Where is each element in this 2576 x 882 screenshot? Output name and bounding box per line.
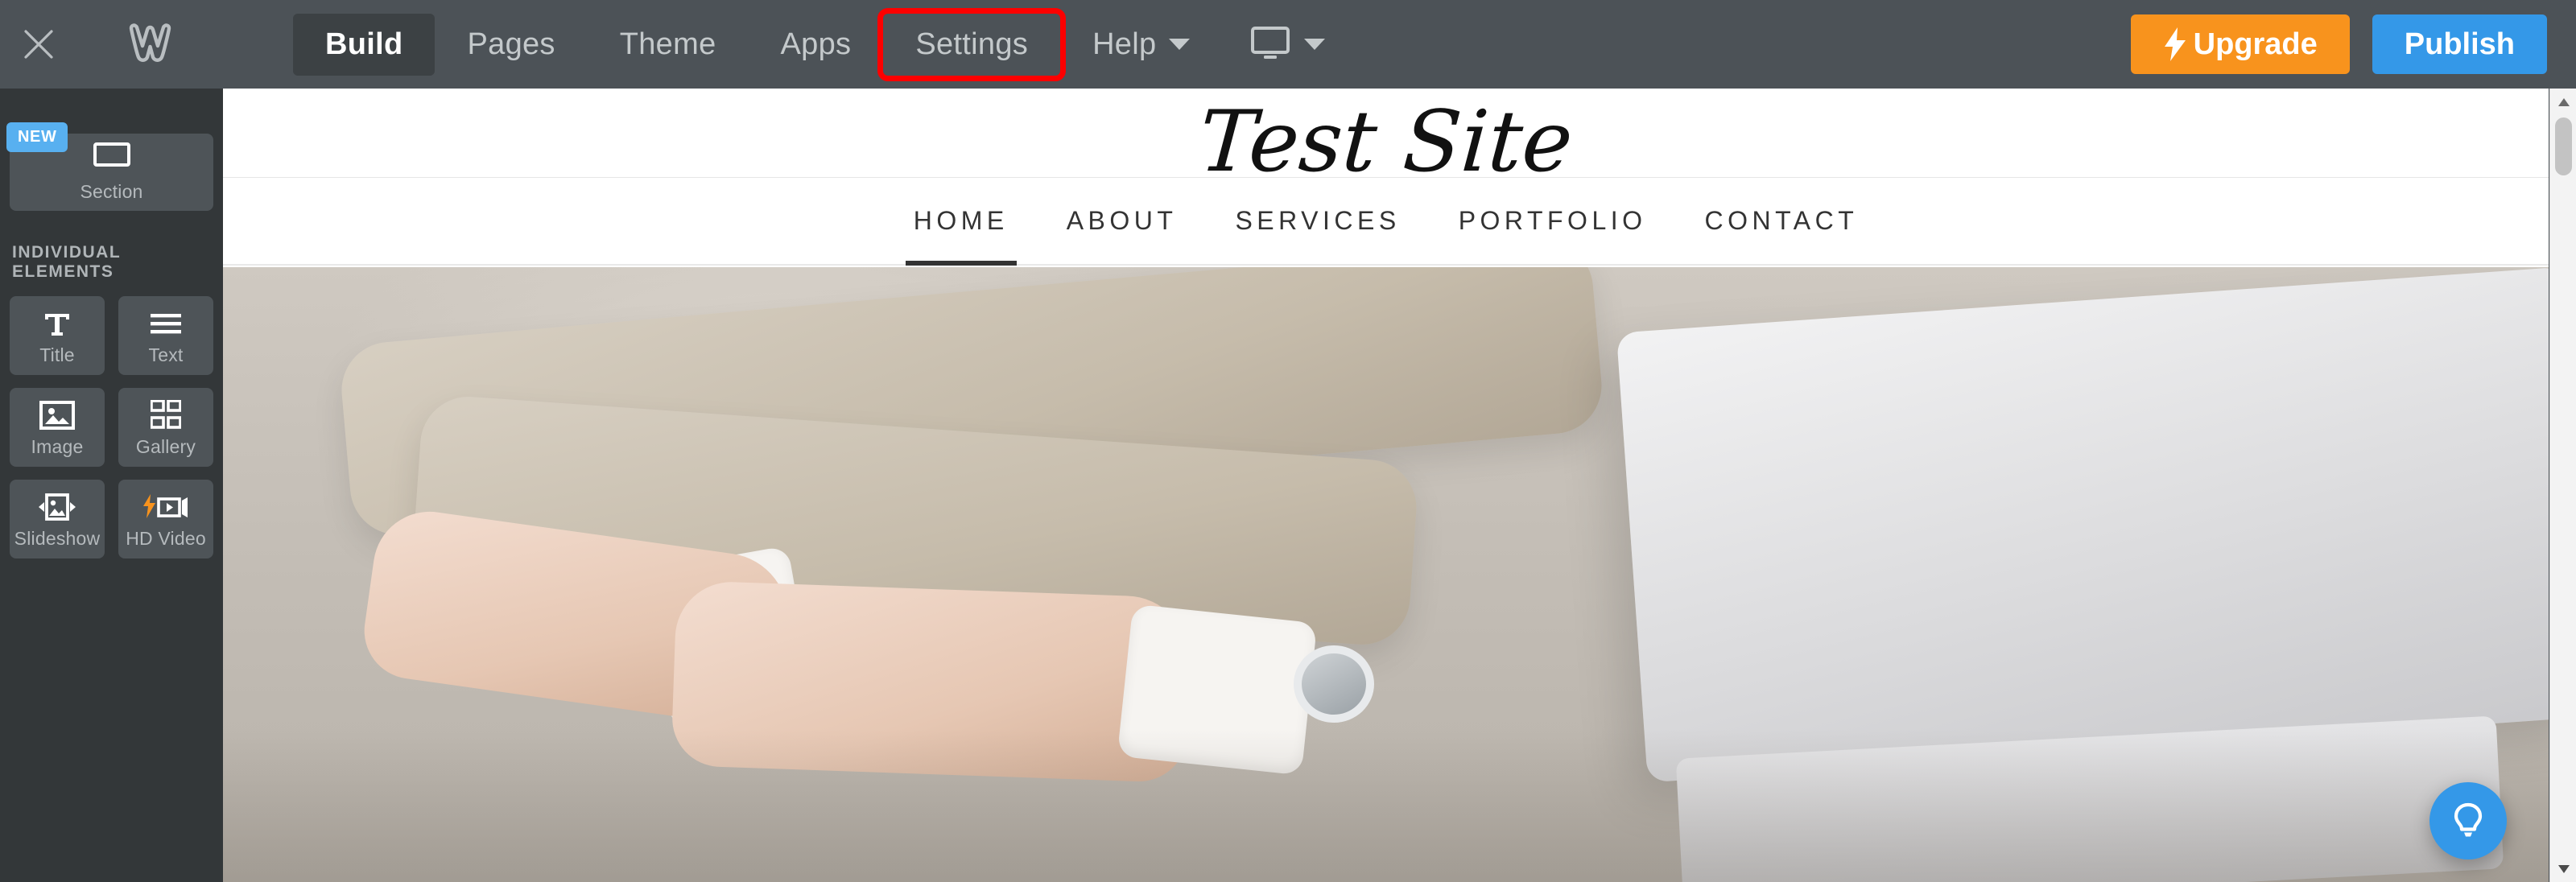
site-nav-item-home-label: HOME — [913, 206, 1009, 235]
site-nav-item-portfolio-label: PORTFOLIO — [1458, 206, 1647, 235]
sidebar-element-image-label: Image — [31, 435, 84, 457]
tab-apps[interactable]: Apps — [749, 14, 884, 76]
tab-theme[interactable]: Theme — [588, 14, 749, 76]
tab-build-label: Build — [325, 27, 403, 61]
site-nav-item-services-label: SERVICES — [1235, 206, 1401, 235]
upgrade-button[interactable]: Upgrade — [2130, 14, 2350, 74]
sidebar-element-gallery[interactable]: Gallery — [118, 388, 213, 467]
hero-shadow — [223, 729, 2549, 882]
site-preview-canvas: Test Site HOME ABOUT SERVICES PORTFOLIO … — [223, 89, 2549, 882]
site-nav-item-home[interactable]: HOME — [885, 177, 1038, 266]
tab-build[interactable]: Build — [293, 13, 436, 76]
scroll-up-arrow-icon[interactable] — [2550, 89, 2576, 115]
sidebar-element-text-label: Text — [148, 344, 184, 365]
canvas-scrollbar[interactable] — [2549, 89, 2576, 882]
hero-laptop — [1616, 267, 2549, 783]
device-preview-selector[interactable] — [1222, 17, 1352, 72]
section-card-wrapper: NEW Section — [6, 122, 213, 211]
tab-help-label: Help — [1092, 27, 1157, 61]
site-nav-item-about[interactable]: ABOUT — [1038, 177, 1207, 266]
upgrade-button-label: Upgrade — [2193, 27, 2318, 61]
sidebar-element-slideshow[interactable]: Slideshow — [10, 480, 105, 558]
hero-wristwatch — [1294, 645, 1374, 723]
sidebar-element-hd-video-label: HD Video — [126, 527, 206, 549]
hd-video-camera-icon — [141, 489, 191, 525]
site-nav-item-services[interactable]: SERVICES — [1206, 177, 1429, 266]
tab-help[interactable]: Help — [1060, 14, 1222, 76]
editor-main-tabs: Build Pages Theme Apps Settings Help — [293, 0, 1352, 89]
publish-button-label: Publish — [2404, 27, 2515, 61]
sidebar-element-title-label: Title — [39, 344, 75, 365]
tab-apps-label: Apps — [780, 27, 852, 61]
tab-settings[interactable]: Settings — [877, 7, 1067, 81]
sidebar-element-image[interactable]: Image — [10, 388, 105, 467]
weebly-logo-icon — [125, 22, 175, 68]
sidebar-element-section-label: Section — [80, 180, 143, 202]
title-t-icon — [41, 306, 73, 341]
site-nav-item-portfolio[interactable]: PORTFOLIO — [1430, 177, 1676, 266]
sidebar-element-hd-video[interactable]: HD Video — [118, 480, 213, 558]
gallery-grid-icon — [151, 398, 181, 433]
weebly-logo[interactable] — [77, 0, 222, 89]
sidebar-element-slideshow-label: Slideshow — [14, 527, 101, 549]
tab-theme-label: Theme — [619, 27, 716, 61]
tab-settings-label: Settings — [915, 27, 1029, 61]
sidebar-element-title[interactable]: Title — [10, 296, 105, 375]
close-editor-button[interactable] — [0, 0, 77, 89]
close-icon — [21, 27, 56, 62]
tab-pages[interactable]: Pages — [435, 14, 587, 76]
editor-top-bar: Build Pages Theme Apps Settings Help Upg… — [0, 0, 2576, 89]
lightbulb-icon — [2446, 798, 2490, 845]
site-nav-item-contact[interactable]: CONTACT — [1676, 177, 1888, 266]
tab-pages-label: Pages — [467, 27, 555, 61]
sidebar-element-gallery-label: Gallery — [135, 435, 196, 457]
hero-banner-image[interactable] — [223, 267, 2549, 882]
rectangle-section-icon — [93, 142, 130, 171]
site-nav-item-contact-label: CONTACT — [1704, 206, 1859, 235]
chevron-down-icon — [1304, 39, 1326, 50]
new-badge: NEW — [6, 122, 68, 152]
site-navigation: HOME ABOUT SERVICES PORTFOLIO CONTACT — [223, 177, 2549, 266]
sidebar-element-text[interactable]: Text — [118, 296, 213, 375]
chevron-down-icon — [1169, 39, 1191, 50]
help-bubble-button[interactable] — [2429, 782, 2507, 859]
lightning-bolt-icon — [2163, 27, 2187, 61]
desktop-monitor-icon — [1249, 25, 1291, 64]
individual-elements-header: INDIVIDUAL ELEMENTS — [12, 243, 121, 281]
publish-button[interactable]: Publish — [2372, 14, 2547, 74]
slideshow-arrows-icon — [33, 489, 81, 525]
text-lines-icon — [149, 306, 183, 341]
site-header: Test Site — [223, 89, 2549, 191]
elements-sidebar: NEW Section INDIVIDUAL ELEMENTS Title Te… — [0, 89, 223, 882]
element-tile-grid: Title Text Image Gallery Slideshow HD Vi… — [10, 296, 213, 558]
image-picture-icon — [39, 398, 75, 433]
scroll-down-arrow-icon[interactable] — [2550, 855, 2576, 882]
scrollbar-thumb[interactable] — [2555, 117, 2572, 175]
site-nav-item-about-label: ABOUT — [1066, 206, 1178, 235]
